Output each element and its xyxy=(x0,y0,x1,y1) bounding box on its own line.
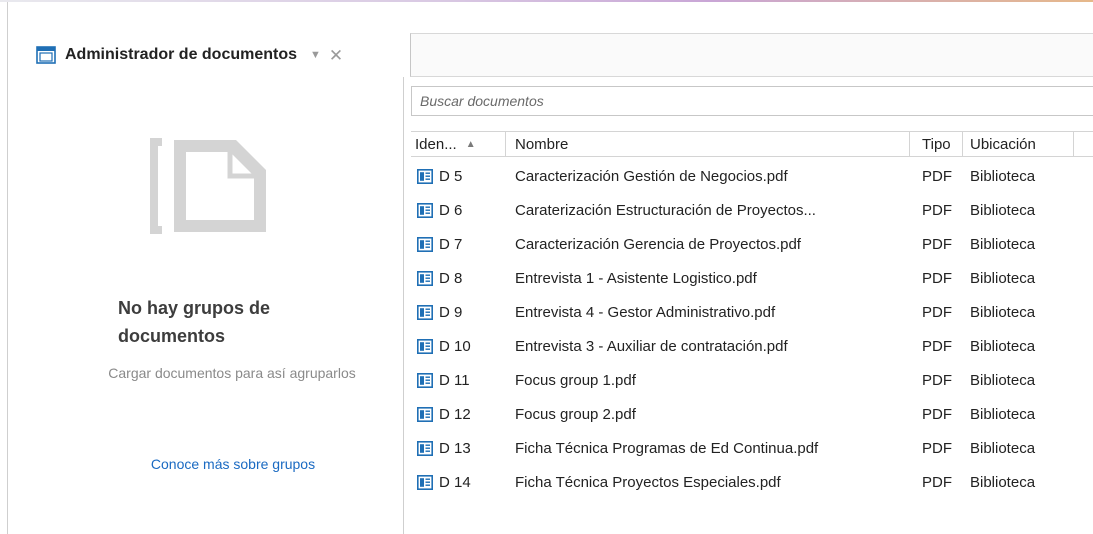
pdf-document-icon xyxy=(417,338,433,354)
document-name: Entrevista 3 - Auxiliar de contratación.… xyxy=(515,337,788,355)
tab-title: Administrador de documentos xyxy=(65,46,298,63)
document-type: PDF xyxy=(922,473,952,491)
column-header-location[interactable]: Ubicación xyxy=(963,132,1074,156)
document-location: Biblioteca xyxy=(970,439,1036,457)
document-location: Biblioteca xyxy=(970,167,1036,185)
tab-strip xyxy=(410,33,1093,77)
document-location: Biblioteca xyxy=(970,201,1036,219)
cell-id: D 12 xyxy=(411,406,506,423)
document-type: PDF xyxy=(922,269,952,287)
document-name: Focus group 2.pdf xyxy=(515,405,636,423)
column-id-label: Iden... xyxy=(415,135,457,153)
column-header-type[interactable]: Tipo xyxy=(910,132,963,156)
search-input[interactable] xyxy=(411,86,1093,116)
table-row[interactable]: D 13 Ficha Técnica Programas de Ed Contin… xyxy=(411,431,1093,465)
document-name: Focus group 1.pdf xyxy=(515,371,636,389)
chevron-down-icon[interactable]: ▼ xyxy=(310,49,321,61)
document-id: D 6 xyxy=(439,201,463,219)
document-name: Entrevista 4 - Gestor Administrativo.pdf xyxy=(515,303,776,321)
document-id: D 11 xyxy=(439,371,470,389)
document-id: D 5 xyxy=(439,167,463,185)
close-icon[interactable]: ✕ xyxy=(329,47,343,64)
document-type: PDF xyxy=(922,371,952,389)
document-id: D 12 xyxy=(439,405,471,423)
document-name: Ficha Técnica Proyectos Especiales.pdf xyxy=(515,473,781,491)
document-location: Biblioteca xyxy=(970,235,1036,253)
cell-id: D 7 xyxy=(411,236,506,253)
column-header-id[interactable]: Iden... ▲ xyxy=(411,132,506,156)
table-row[interactable]: D 7 Caracterización Gerencia de Proyectos… xyxy=(411,227,1093,261)
pdf-document-icon xyxy=(417,474,433,490)
pdf-document-icon xyxy=(417,440,433,456)
document-location: Biblioteca xyxy=(970,473,1036,491)
table-row[interactable]: D 10 Entrevista 3 - Auxiliar de contratac… xyxy=(411,329,1093,363)
pdf-document-icon xyxy=(417,168,433,184)
cell-id: D 14 xyxy=(411,474,506,491)
window-top-accent xyxy=(0,0,1093,2)
document-id: D 7 xyxy=(439,235,463,253)
pdf-document-icon xyxy=(417,202,433,218)
document-id: D 8 xyxy=(439,269,463,287)
sort-ascending-icon: ▲ xyxy=(465,138,476,150)
document-id: D 13 xyxy=(439,439,471,457)
document-id: D 9 xyxy=(439,303,463,321)
table-header: Iden... ▲ Nombre Tipo Ubicación xyxy=(411,131,1093,157)
document-type: PDF xyxy=(922,303,952,321)
learn-more-groups-link[interactable]: Conoce más sobre grupos xyxy=(85,456,381,472)
empty-document-icon xyxy=(146,134,268,238)
table-row[interactable]: D 5 Caracterización Gestión de Negocios.p… xyxy=(411,159,1093,193)
document-name: Caracterización Gerencia de Proyectos.pd… xyxy=(515,235,801,253)
cell-id: D 9 xyxy=(411,304,506,321)
pdf-document-icon xyxy=(417,270,433,286)
cell-id: D 10 xyxy=(411,338,506,355)
document-location: Biblioteca xyxy=(970,337,1036,355)
cell-id: D 5 xyxy=(411,168,506,185)
column-header-name[interactable]: Nombre xyxy=(506,132,910,156)
document-location: Biblioteca xyxy=(970,303,1036,321)
document-location: Biblioteca xyxy=(970,405,1036,423)
column-header-more[interactable] xyxy=(1074,132,1093,156)
document-id: D 14 xyxy=(439,473,471,491)
documents-table-body: D 5 Caracterización Gestión de Negocios.p… xyxy=(411,159,1093,499)
tab-document-manager[interactable]: Administrador de documentos ▼ ✕ xyxy=(32,33,410,77)
table-row[interactable]: D 14 Ficha Técnica Proyectos Especiales.p… xyxy=(411,465,1093,499)
cell-id: D 13 xyxy=(411,440,506,457)
pdf-document-icon xyxy=(417,372,433,388)
document-name: Caraterización Estructuración de Proyect… xyxy=(515,201,816,219)
cell-id: D 6 xyxy=(411,202,506,219)
table-row[interactable]: D 11 Focus group 1.pdf PDF Biblioteca xyxy=(411,363,1093,397)
document-name: Caracterización Gestión de Negocios.pdf xyxy=(515,167,788,185)
document-type: PDF xyxy=(922,439,952,457)
document-id: D 10 xyxy=(439,337,471,355)
document-type: PDF xyxy=(922,235,952,253)
document-location: Biblioteca xyxy=(970,269,1036,287)
left-border xyxy=(7,2,8,534)
document-location: Biblioteca xyxy=(970,371,1036,389)
pdf-document-icon xyxy=(417,304,433,320)
pdf-document-icon xyxy=(417,406,433,422)
document-name: Entrevista 1 - Asistente Logistico.pdf xyxy=(515,269,757,287)
empty-state-title: No hay grupos de documentos xyxy=(118,298,271,346)
document-type: PDF xyxy=(922,201,952,219)
table-row[interactable]: D 9 Entrevista 4 - Gestor Administrativo.… xyxy=(411,295,1093,329)
table-row[interactable]: D 6 Caraterización Estructuración de Proy… xyxy=(411,193,1093,227)
empty-state-subtitle: Cargar documentos para así agruparlos xyxy=(108,365,356,381)
pdf-document-icon xyxy=(417,236,433,252)
document-name: Ficha Técnica Programas de Ed Continua.p… xyxy=(515,439,819,457)
table-row[interactable]: D 8 Entrevista 1 - Asistente Logistico.pd… xyxy=(411,261,1093,295)
documents-panel: Iden... ▲ Nombre Tipo Ubicación D 5 Carac… xyxy=(403,77,1093,534)
document-type: PDF xyxy=(922,167,952,185)
cell-id: D 8 xyxy=(411,270,506,287)
document-type: PDF xyxy=(922,337,952,355)
table-row[interactable]: D 12 Focus group 2.pdf PDF Biblioteca xyxy=(411,397,1093,431)
cell-id: D 11 xyxy=(411,372,506,389)
document-type: PDF xyxy=(922,405,952,423)
document-manager-icon xyxy=(36,46,56,64)
